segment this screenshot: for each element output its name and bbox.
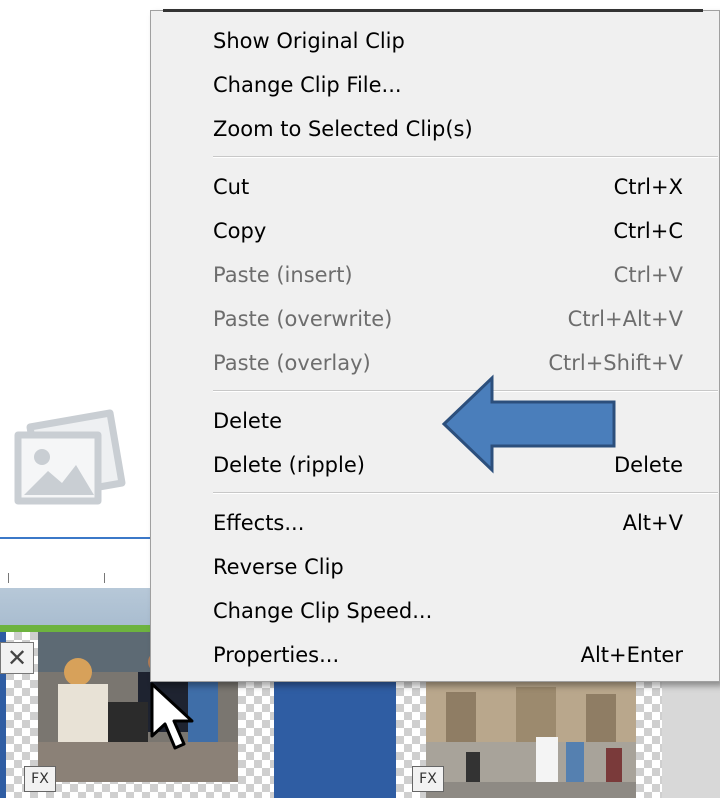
menu-item-reverse-clip[interactable]: Reverse Clip [213,545,691,589]
menu-item-label: Show Original Clip [213,29,405,53]
menu-item-shortcut: Ctrl+Shift+V [548,351,683,375]
menu-item-label: Change Clip File... [213,73,402,97]
menu-item-label: Delete (ripple) [213,453,365,477]
menu-item-label: Paste (overlay) [213,351,371,375]
menu-item-shortcut: Alt+V [622,511,683,535]
menu-item-label: Change Clip Speed... [213,599,433,623]
track-selection-marker [0,625,150,632]
menu-item-label: Effects... [213,511,305,535]
menu-item-label: Reverse Clip [213,555,344,579]
menu-item-label: Cut [213,175,250,199]
menu-item-label: Paste (overwrite) [213,307,393,331]
left-arrow-icon [441,374,616,474]
menu-item-shortcut: Ctrl+V [613,263,683,287]
menu-item-label: Delete [213,409,282,433]
menu-item-shortcut: Alt+Enter [580,643,683,667]
menu-item-shortcut: Ctrl+C [613,219,683,243]
menu-item-shortcut: Ctrl+Alt+V [567,307,683,331]
menu-separator [213,492,718,494]
menu-top-edge [163,9,703,12]
fx-label: FX [31,771,49,787]
image-placeholder-icon [14,409,126,505]
close-icon[interactable]: ✕ [0,642,34,674]
menu-item-label: Zoom to Selected Clip(s) [213,117,473,141]
clip-fx-badge[interactable]: FX [412,766,444,792]
context-menu: Show Original Clip Change Clip File... Z… [150,9,720,682]
menu-item-copy[interactable]: Copy Ctrl+C [213,209,691,253]
menu-item-label: Paste (insert) [213,263,353,287]
menu-item-zoom-to-selected-clips[interactable]: Zoom to Selected Clip(s) [213,107,691,151]
menu-item-shortcut: Ctrl+X [613,175,683,199]
menu-item-cut[interactable]: Cut Ctrl+X [213,165,691,209]
menu-item-shortcut: Delete [614,453,683,477]
menu-item-label: Properties... [213,643,340,667]
menu-item-effects[interactable]: Effects... Alt+V [213,501,691,545]
menu-separator [213,156,718,158]
menu-item-paste-overwrite[interactable]: Paste (overwrite) Ctrl+Alt+V [213,297,691,341]
fx-label: FX [419,771,437,787]
menu-item-change-clip-speed[interactable]: Change Clip Speed... [213,589,691,633]
clip-fx-badge[interactable]: FX [24,766,56,792]
menu-item-properties[interactable]: Properties... Alt+Enter [213,633,691,677]
menu-item-label: Copy [213,219,267,243]
clip-thumbnail [426,682,636,798]
menu-item-show-original-clip[interactable]: Show Original Clip [213,19,691,63]
mouse-pointer-icon [150,682,194,750]
menu-item-change-clip-file[interactable]: Change Clip File... [213,63,691,107]
menu-item-paste-insert[interactable]: Paste (insert) Ctrl+V [213,253,691,297]
